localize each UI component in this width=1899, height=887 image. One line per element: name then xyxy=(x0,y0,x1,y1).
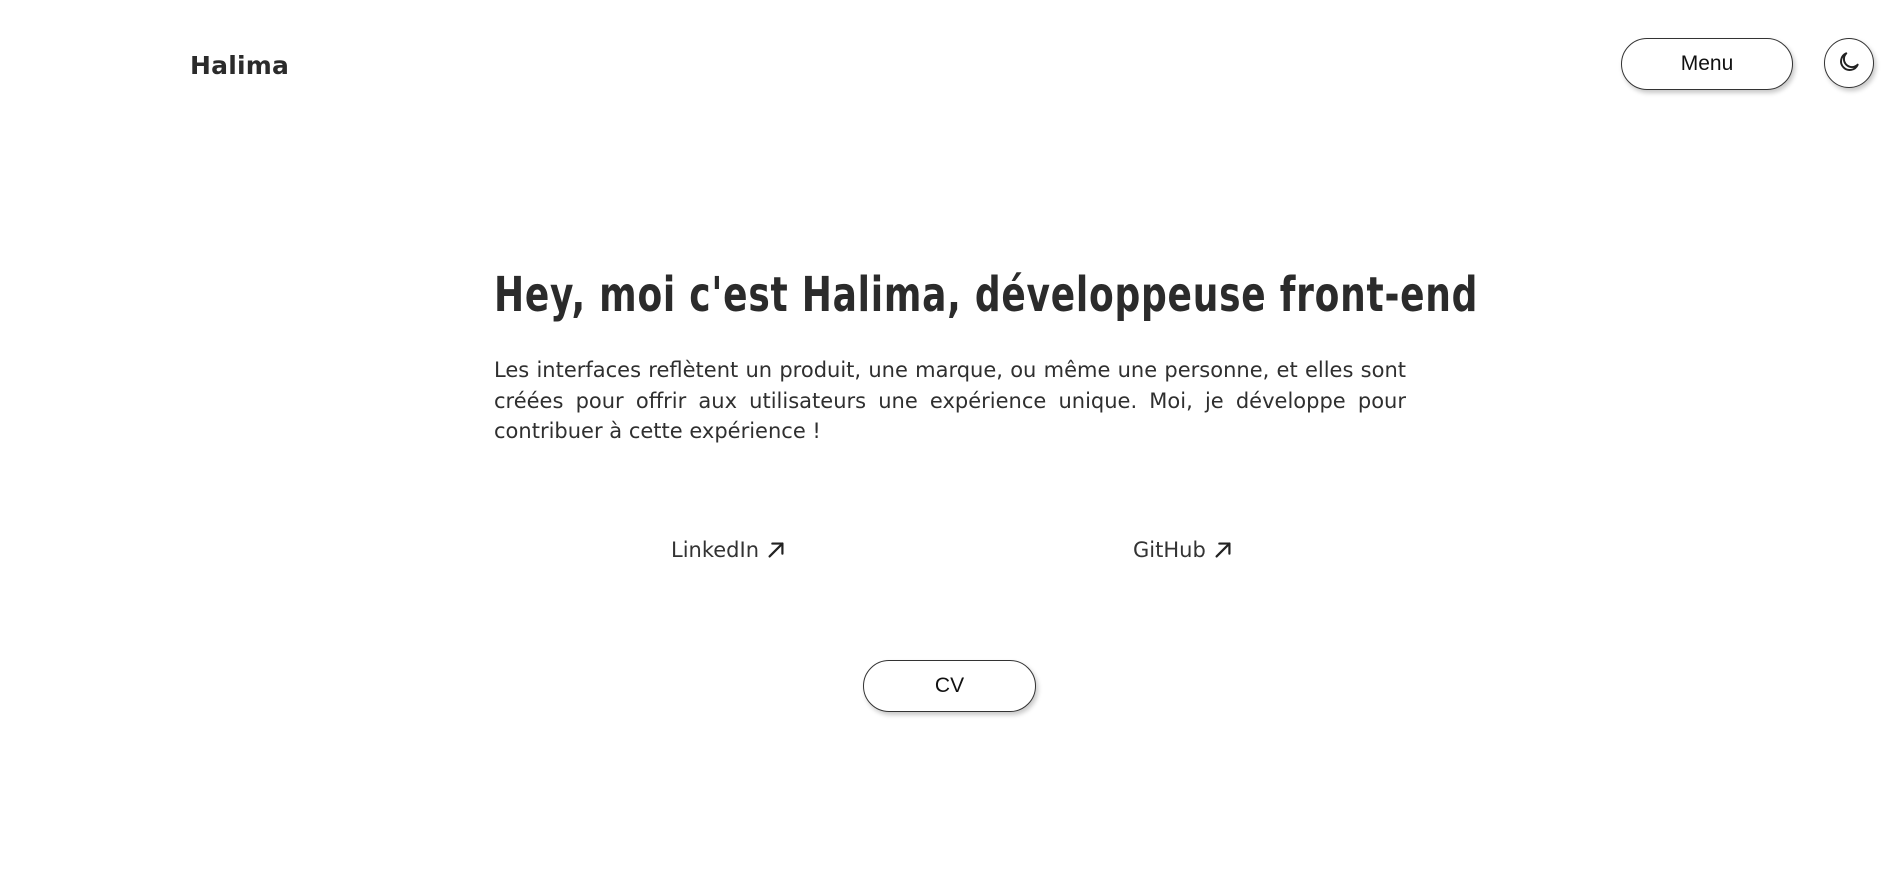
hero-description: Les interfaces reflètent un produit, une… xyxy=(494,358,1406,443)
site-logo[interactable]: Halima xyxy=(190,51,289,80)
arrow-up-right-icon xyxy=(765,539,787,561)
github-link[interactable]: GitHub xyxy=(1133,538,1234,562)
arrow-up-right-icon xyxy=(1212,539,1234,561)
linkedin-link[interactable]: LinkedIn xyxy=(671,538,787,562)
menu-button[interactable]: Menu xyxy=(1621,38,1793,90)
cv-button[interactable]: CV xyxy=(863,660,1036,712)
theme-toggle-button[interactable] xyxy=(1824,38,1874,88)
github-label: GitHub xyxy=(1133,538,1206,562)
linkedin-label: LinkedIn xyxy=(671,538,760,562)
page: Halima Menu Hey, moi c'est Halima, dével… xyxy=(0,0,1899,887)
hero-title: Hey, moi c'est Halima, développeuse fron… xyxy=(494,267,1479,323)
moon-icon xyxy=(1836,49,1862,78)
hero-section: Hey, moi c'est Halima, développeuse fron… xyxy=(494,265,1479,447)
